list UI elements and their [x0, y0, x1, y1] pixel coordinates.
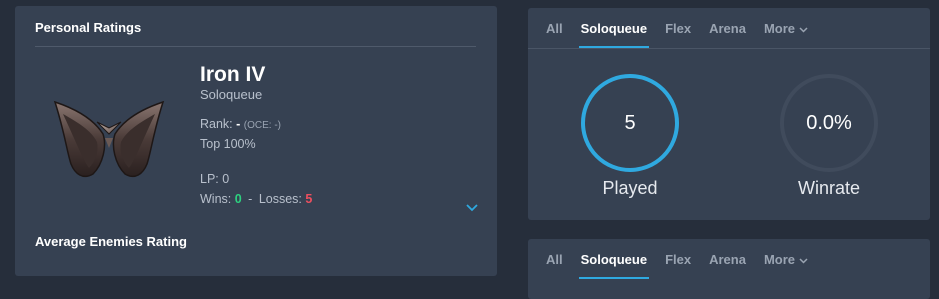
wins-value: 0	[234, 192, 242, 206]
rank-value: -	[236, 117, 241, 131]
tab-more-label: More	[763, 21, 796, 36]
tab-more-2[interactable]: More	[764, 239, 808, 279]
iron-rank-emblem-icon	[53, 100, 165, 178]
played-value: 5	[624, 111, 636, 134]
league-points: LP: 0	[200, 172, 230, 186]
queue-tabs-2: All Soloqueue Flex Arena More	[546, 239, 826, 279]
rank-label: Rank:	[200, 117, 233, 131]
tab-soloqueue[interactable]: Soloqueue	[578, 8, 650, 48]
rank-tier: Iron IV	[200, 63, 266, 86]
chevron-down-icon[interactable]	[465, 203, 479, 213]
tab-more-label-2: More	[763, 252, 796, 267]
winrate-label: Winrate	[797, 178, 860, 198]
personal-ratings-title: Personal Ratings	[35, 20, 142, 35]
tab-flex[interactable]: Flex	[665, 8, 691, 48]
rank-server: (OCE: -)	[243, 120, 282, 131]
wins-losses-separator: -	[248, 192, 253, 206]
title-divider	[35, 46, 476, 47]
tab-soloqueue-2[interactable]: Soloqueue	[578, 239, 650, 279]
winrate-ring: 0.0%	[778, 72, 880, 174]
wins-label: Wins:	[200, 192, 232, 206]
tab-all-2[interactable]: All	[546, 239, 563, 279]
queue-stats-panel: All Soloqueue Flex Arena More 5 Played 0…	[528, 8, 930, 220]
tab-all[interactable]: All	[546, 8, 563, 48]
played-ring: 5	[579, 72, 681, 174]
personal-ratings-panel: Personal Ratings Iron IV Soloqueue Rank:…	[15, 6, 497, 276]
tabs-divider	[528, 48, 930, 49]
chevron-down-icon	[799, 27, 808, 33]
winrate-value: 0.0%	[806, 111, 852, 134]
tab-arena[interactable]: Arena	[709, 8, 746, 48]
queue-name: Soloqueue	[200, 87, 263, 102]
queue-stats-panel-2: All Soloqueue Flex Arena More	[528, 239, 930, 299]
losses-value: 5	[305, 192, 313, 206]
tab-arena-2[interactable]: Arena	[709, 239, 746, 279]
played-label: Played	[602, 178, 658, 198]
queue-tabs: All Soloqueue Flex Arena More	[546, 8, 826, 48]
wins-losses: Wins: 0 - Losses: 5	[200, 192, 312, 206]
tab-flex-2[interactable]: Flex	[665, 239, 691, 279]
tab-more[interactable]: More	[764, 8, 808, 48]
losses-label: Losses:	[258, 192, 302, 206]
average-enemies-rating-title: Average Enemies Rating	[35, 234, 187, 249]
rank-line: Rank: - (OCE: -)	[200, 117, 281, 131]
top-percentile: Top 100%	[200, 137, 256, 151]
